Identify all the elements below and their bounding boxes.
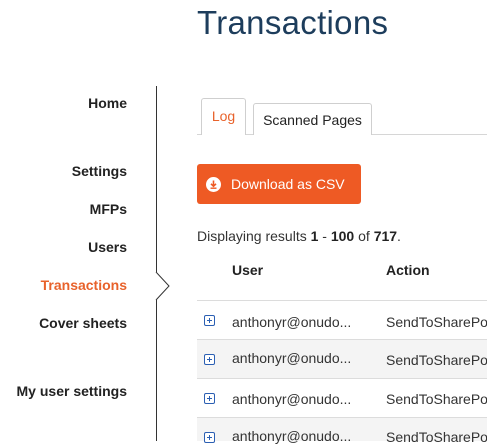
sidebar-divider-lower [156, 300, 157, 441]
page-title: Transactions [197, 4, 389, 41]
tab-scanned-pages[interactable]: Scanned Pages [253, 103, 372, 135]
table-row[interactable]: anthonyr@onudo... SendToSharePo [197, 301, 487, 339]
cell-action: SendToSharePo [386, 314, 487, 330]
active-indicator-arrow [155, 272, 170, 301]
column-header-user[interactable]: User [232, 262, 263, 278]
expand-plus-icon[interactable] [204, 315, 215, 326]
cell-user: anthonyr@onudo... [232, 428, 352, 444]
cell-action: SendToSharePo [386, 429, 487, 445]
sidebar-item-users[interactable]: Users [88, 239, 127, 255]
cell-user: anthonyr@onudo... [232, 350, 352, 366]
expand-plus-icon[interactable] [204, 393, 215, 404]
expand-plus-icon[interactable] [204, 354, 215, 365]
download-csv-button[interactable]: Download as CSV [197, 164, 361, 204]
sidebar-item-home[interactable]: Home [88, 95, 127, 111]
sidebar-item-mfps[interactable]: MFPs [90, 201, 127, 217]
tab-log[interactable]: Log [201, 98, 246, 135]
sidebar-item-my-user-settings[interactable]: My user settings [17, 383, 127, 399]
column-header-action[interactable]: Action [386, 262, 430, 278]
sidebar-item-transactions[interactable]: Transactions [41, 277, 127, 293]
sidebar-item-cover-sheets[interactable]: Cover sheets [39, 315, 127, 331]
cell-user: anthonyr@onudo... [232, 314, 352, 330]
table-row[interactable]: anthonyr@onudo... SendToSharePo [197, 340, 487, 378]
sidebar-item-settings[interactable]: Settings [72, 163, 127, 179]
table-row[interactable]: anthonyr@onudo... SendToSharePo [197, 418, 487, 445]
expand-plus-icon[interactable] [204, 432, 215, 443]
download-icon [206, 176, 221, 192]
results-summary: Displaying results 1 - 100 of 717. [197, 228, 401, 244]
sidebar-divider [156, 86, 157, 272]
cell-action: SendToSharePo [386, 391, 487, 407]
cell-user: anthonyr@onudo... [232, 391, 352, 407]
table-row[interactable]: anthonyr@onudo... SendToSharePo [197, 379, 487, 417]
cell-action: SendToSharePo [386, 352, 487, 368]
download-csv-label: Download as CSV [231, 176, 345, 192]
